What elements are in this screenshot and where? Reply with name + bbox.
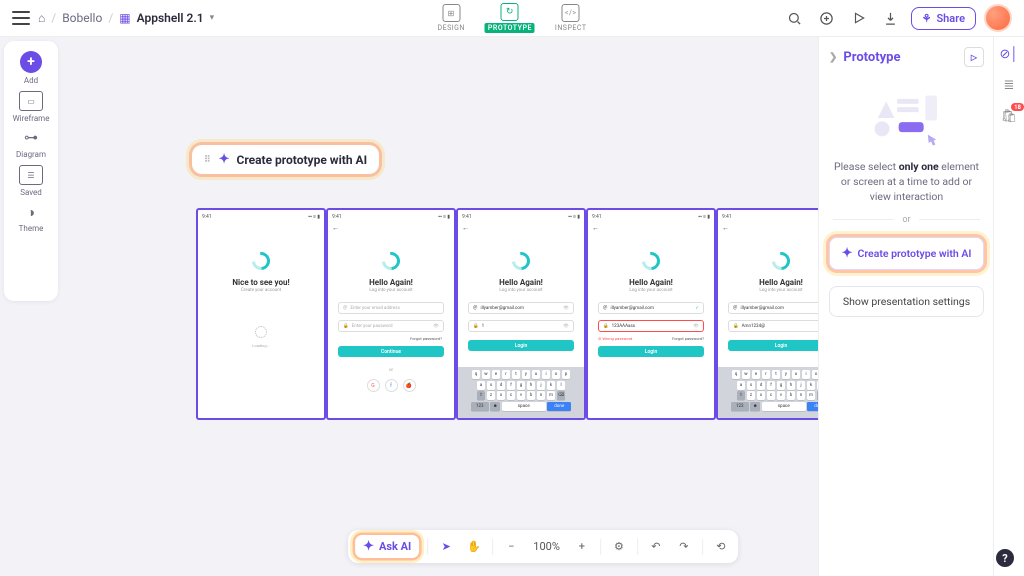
- tool-theme[interactable]: ◑Theme: [19, 203, 44, 233]
- ask-ai-button[interactable]: ✦Ask AI: [355, 535, 419, 558]
- email-field: ＠Enter your email address: [338, 302, 444, 314]
- bottom-toolbar: ✦Ask AI ➤ ✋ − 100% + ⚙ ↶ ↷ ⟲: [348, 530, 738, 563]
- tool-wireframe[interactable]: ▭Wireframe: [13, 91, 50, 123]
- zoom-out-button[interactable]: −: [501, 537, 521, 557]
- right-rail: ⊘│ ≣ 🛍: [993, 37, 1024, 576]
- file-icon: ▦: [119, 11, 130, 25]
- undo-button[interactable]: ↶: [646, 537, 666, 557]
- continue-button: Continue: [338, 346, 444, 357]
- chevron-down-icon[interactable]: ▾: [210, 13, 215, 23]
- diagram-icon: ⊶: [20, 129, 42, 147]
- right-panel: ❯ Prototype ▷ Please select only one ele…: [818, 37, 994, 576]
- layers-panel-icon[interactable]: ≣: [1000, 76, 1018, 94]
- inspect-icon: </>: [562, 4, 580, 22]
- play-preview-button[interactable]: ▷: [964, 47, 984, 67]
- share-button[interactable]: ⚘ Share: [911, 7, 976, 30]
- hand-tool[interactable]: ✋: [464, 537, 484, 557]
- tool-saved[interactable]: ☰Saved: [19, 165, 43, 197]
- pointer-tool[interactable]: ➤: [436, 537, 456, 557]
- ios-keyboard: qwertyuiop asdfghjkl ⇧zxcvbnm⌫ 123☻space…: [458, 367, 584, 418]
- redo-button[interactable]: ↷: [674, 537, 694, 557]
- mode-inspect[interactable]: </> INSPECT: [555, 4, 587, 32]
- app-logo-icon: [252, 252, 270, 270]
- tool-add[interactable]: +Add: [20, 51, 42, 85]
- social-logins: Gf🍎: [332, 379, 450, 392]
- drag-handle-icon[interactable]: ⠿: [204, 155, 212, 165]
- zoom-level[interactable]: 100%: [529, 538, 564, 555]
- interactions-panel-icon[interactable]: ⊘│: [1000, 45, 1018, 63]
- menu-icon[interactable]: [12, 11, 30, 25]
- sparkle-icon: ✦: [219, 152, 230, 167]
- design-icon: ⊞: [442, 4, 460, 22]
- download-icon[interactable]: [879, 6, 903, 30]
- wireframe-icon: ▭: [19, 91, 43, 111]
- breadcrumb: ⌂ / Bobello / ▦ Appshell 2.1 ▾: [38, 11, 214, 25]
- screen-login-error[interactable]: 9:41▪▪ ≡ ▮ ← Hello Again! Log into your …: [587, 209, 715, 419]
- users-icon: ⚘: [922, 12, 932, 25]
- mode-prototype[interactable]: ↻ PROTOTYPE: [485, 3, 535, 33]
- presentation-settings-button[interactable]: Show presentation settings: [829, 286, 984, 317]
- screens-selection: 9:41▪▪ ≡ ▮ Nice to see you! Create your …: [197, 209, 845, 419]
- back-icon: ←: [332, 224, 450, 232]
- ai-floating-chip[interactable]: ⠿ ✦ Create prototype with AI: [192, 145, 379, 174]
- add-icon[interactable]: [815, 6, 839, 30]
- breadcrumb-file[interactable]: Appshell 2.1: [137, 11, 204, 25]
- theme-icon: ◑: [20, 203, 42, 221]
- mode-design[interactable]: ⊞ DESIGN: [437, 4, 464, 32]
- breadcrumb-workspace[interactable]: Bobello: [62, 11, 102, 25]
- empty-state-message: Please select only one element or screen…: [819, 159, 994, 205]
- play-icon[interactable]: [847, 6, 871, 30]
- top-bar: ⌂ / Bobello / ▦ Appshell 2.1 ▾ ⊞ DESIGN …: [0, 0, 1024, 37]
- left-toolbar: +Add ▭Wireframe ⊶Diagram ☰Saved ◑Theme: [4, 41, 58, 301]
- history-icon[interactable]: ⟲: [711, 537, 731, 557]
- comments-panel-icon[interactable]: 🛍: [1000, 107, 1018, 125]
- create-prototype-ai-button[interactable]: ✦ Create prototype with AI: [829, 237, 984, 270]
- status-icons: ▪▪ ≡ ▮: [308, 214, 320, 220]
- sparkle-icon: ✦: [363, 539, 374, 554]
- tool-diagram[interactable]: ⊶Diagram: [16, 129, 46, 159]
- zoom-in-button[interactable]: +: [572, 537, 592, 557]
- screen-login-empty[interactable]: 9:41▪▪ ≡ ▮ ← Hello Again! Log into your …: [327, 209, 455, 419]
- search-icon[interactable]: [783, 6, 807, 30]
- mode-switcher: ⊞ DESIGN ↻ PROTOTYPE </> INSPECT: [437, 3, 586, 33]
- prototype-icon: ↻: [501, 3, 519, 21]
- sparkle-icon: ✦: [842, 246, 853, 261]
- panel-title: Prototype: [843, 50, 900, 65]
- chevron-right-icon[interactable]: ❯: [829, 52, 837, 63]
- screen-login-typing[interactable]: 9:41▪▪ ≡ ▮ ← Hello Again! Log into your …: [457, 209, 585, 419]
- app-logo-icon: [382, 252, 400, 270]
- password-field: 🔒Enter your password👁: [338, 320, 444, 332]
- spinner-icon: [254, 325, 268, 339]
- help-button[interactable]: ?: [996, 549, 1014, 567]
- saved-icon: ☰: [19, 165, 43, 185]
- settings-icon[interactable]: ⚙: [609, 537, 629, 557]
- avatar[interactable]: [984, 4, 1012, 32]
- home-icon[interactable]: ⌂: [38, 11, 45, 25]
- screen-loading[interactable]: 9:41▪▪ ≡ ▮ Nice to see you! Create your …: [197, 209, 325, 419]
- empty-state-illustration: [819, 83, 994, 153]
